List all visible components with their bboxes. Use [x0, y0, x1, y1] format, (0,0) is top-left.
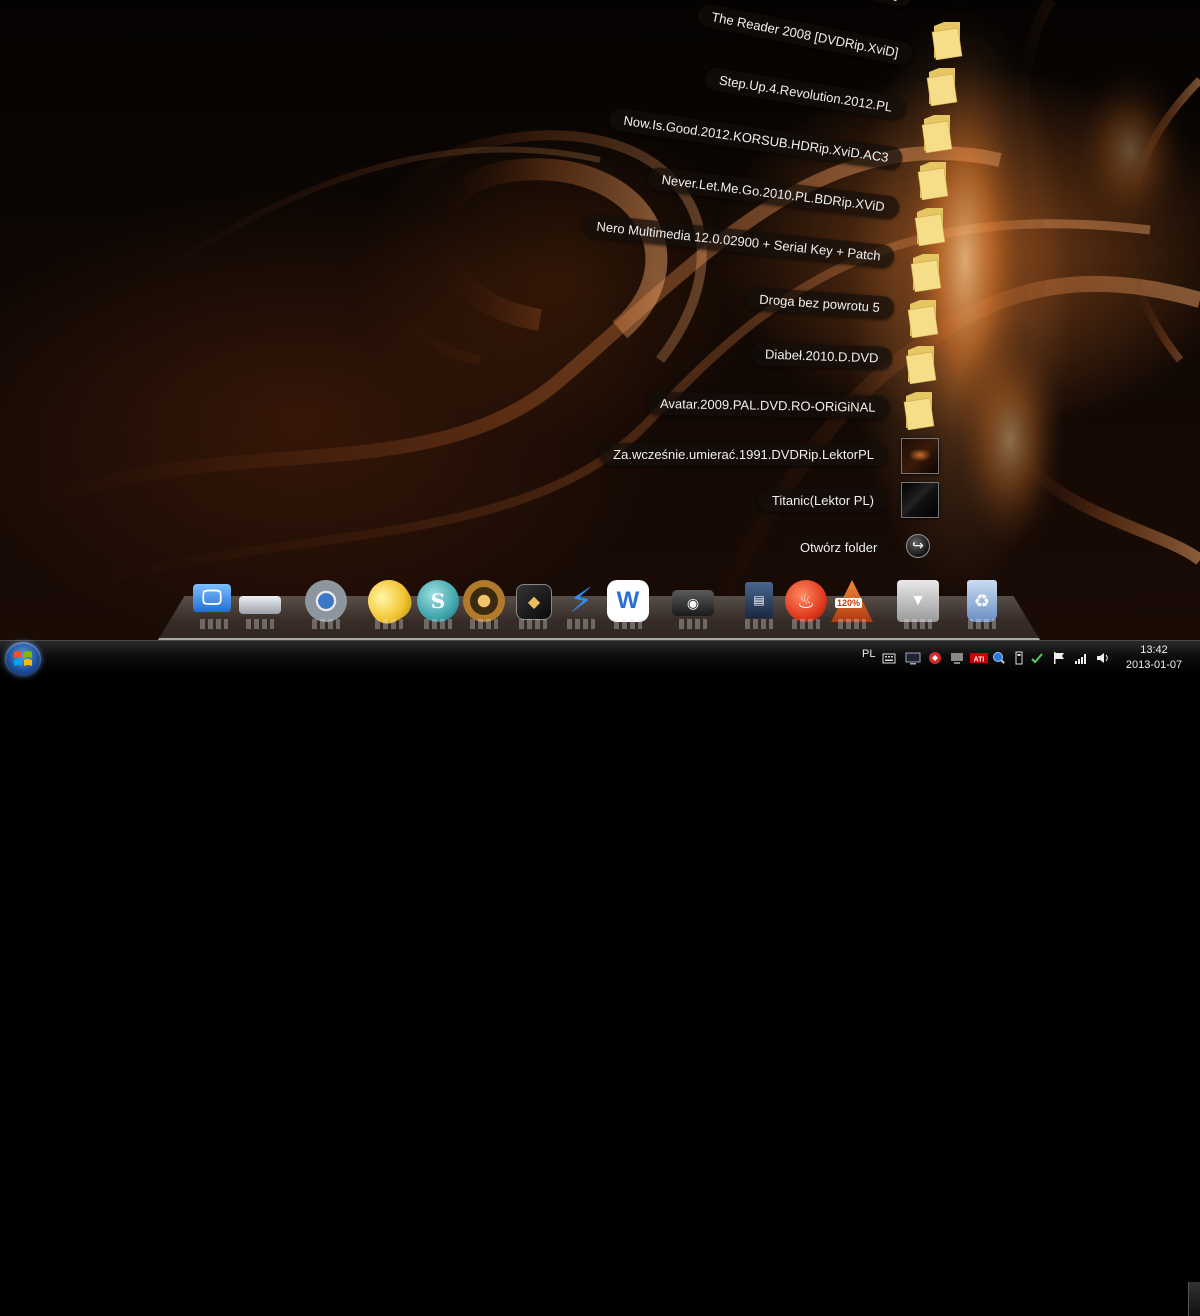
dock-item-drive[interactable]: [237, 578, 283, 629]
stack-item-label[interactable]: Now.Is.Good.2012.KORSUB.HDRip.XviD.AC3: [607, 107, 904, 171]
folder-icon: [921, 115, 953, 153]
folder-icon: [903, 392, 935, 430]
dock-item-camera[interactable]: ◉: [670, 578, 716, 629]
flag-icon[interactable]: [1052, 651, 1066, 665]
start-button[interactable]: [5, 642, 41, 676]
stack-toggle-icon: ▼: [897, 580, 939, 622]
folder-icon: [905, 346, 937, 384]
dock-item-nero-burning[interactable]: ♨: [783, 578, 829, 629]
folder-icon: [931, 22, 963, 60]
stack-item-label[interactable]: Diabeł.2010.D.DVD: [750, 342, 893, 370]
stack-item-label[interactable]: Never.Let.Me.Go.2010.PL.BDRip.XViD: [645, 166, 900, 220]
windows-logo-icon: [14, 651, 32, 666]
media-center-icon: ◆: [516, 584, 552, 620]
video-thumbnail-icon: [901, 482, 939, 518]
folder-icon: [926, 68, 958, 106]
chrome-browser-icon: [305, 580, 347, 622]
folder-icon: [914, 208, 946, 246]
dock-item-lightbulb[interactable]: [360, 572, 418, 630]
shield-icon[interactable]: [928, 651, 942, 665]
folder-icon: [917, 162, 949, 200]
stack-item-label[interactable]: Droga bez powrotu 5: [744, 286, 895, 320]
dock-item-computer[interactable]: 🖵: [191, 578, 237, 629]
folder-icon: [910, 254, 942, 292]
dock-item-skype[interactable]: S: [415, 578, 461, 629]
nero-app-icon: ▤: [745, 582, 773, 618]
clock-time[interactable]: 13:42: [1134, 644, 1174, 656]
dock-item-media-player[interactable]: [461, 578, 507, 629]
word-icon: W: [607, 580, 649, 622]
dock-item-nero[interactable]: ▤: [736, 578, 782, 629]
folder-icon: [907, 300, 939, 338]
media-player-icon: [463, 580, 505, 622]
display-icon[interactable]: [905, 651, 921, 665]
nero-burning-icon: ♨: [785, 580, 827, 622]
signal-icon[interactable]: [1074, 651, 1088, 665]
stack-item-label[interactable]: Nero Multimedia 12.0.02900 + Serial Key …: [581, 213, 896, 269]
recycle-bin-icon: ♻: [967, 580, 997, 622]
clock-date[interactable]: 2013-01-07: [1124, 659, 1184, 671]
dock-item-media-center[interactable]: ◆: [510, 578, 556, 629]
stack-item-label[interactable]: Avatar.2009.PAL.DVD.RO-ORiGiNAL: [646, 391, 891, 419]
svg-text:ATI: ATI: [974, 657, 985, 664]
stack-item-label[interactable]: Step.Up.4.Revolution.2012.PL: [703, 66, 908, 121]
open-folder-label[interactable]: Otwórz folder: [790, 537, 888, 558]
dock-item-chrome[interactable]: [303, 578, 349, 629]
show-desktop-button[interactable]: [1188, 1282, 1200, 1316]
dock-item-recycle-bin[interactable]: ♻: [959, 578, 1005, 629]
volume-icon[interactable]: [1096, 651, 1110, 665]
camera-icon: ◉: [672, 590, 714, 616]
keyboard-icon[interactable]: [882, 651, 896, 665]
video-thumbnail-icon: [901, 438, 939, 474]
stack-item-label[interactable]: Titanic(Lektor PL): [757, 489, 888, 512]
stack-item-label[interactable]: The Reader 2008 [DVDRip.XviD]: [695, 2, 915, 67]
language-indicator[interactable]: PL: [862, 648, 875, 664]
ati-icon[interactable]: ATI: [970, 651, 988, 665]
dock-item-zoom[interactable]: 120%: [829, 578, 875, 629]
folder-stack: Titanic 2 2010 [PDTV Xvid [Lektor PL] Th…: [0, 0, 1200, 640]
dock-item-lightning[interactable]: ⚡: [558, 578, 604, 629]
dock-item-stack-toggle[interactable]: ▼: [895, 578, 941, 629]
hard-drive-icon: [239, 596, 281, 614]
network-search-icon[interactable]: [992, 651, 1006, 665]
stack-item-label[interactable]: Za.wcześnie.umierać.1991.DVDRip.LektorPL: [599, 443, 888, 466]
open-folder-arrow-icon[interactable]: ↪: [906, 534, 930, 558]
lightning-app-icon: ⚡: [569, 582, 593, 620]
dock-item-word[interactable]: W: [605, 578, 651, 629]
skype-icon: S: [417, 580, 459, 622]
computer-icon: 🖵: [193, 584, 231, 612]
usb-icon[interactable]: [1012, 651, 1026, 665]
zoom-120-label: 120%: [835, 598, 863, 608]
security-check-icon[interactable]: [1030, 651, 1044, 665]
monitor-icon[interactable]: [950, 651, 964, 665]
